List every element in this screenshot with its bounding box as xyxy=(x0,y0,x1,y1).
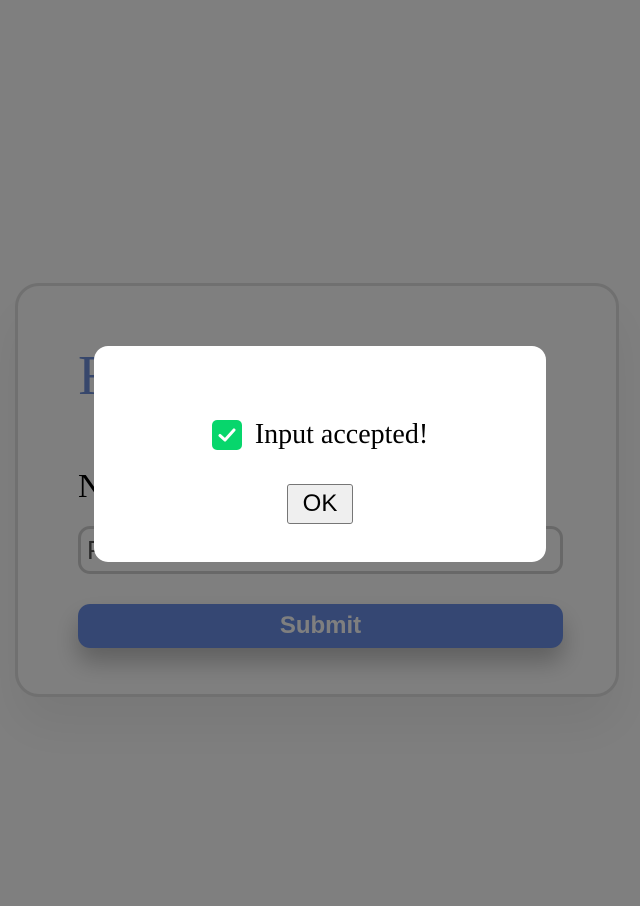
dialog-message: Input accepted! xyxy=(94,420,546,450)
modal-overlay[interactable]: Input accepted! OK xyxy=(0,0,640,906)
alert-dialog: Input accepted! OK xyxy=(94,346,546,562)
check-icon xyxy=(211,420,242,450)
ok-button[interactable]: OK xyxy=(287,484,353,524)
dialog-message-text: Input accepted! xyxy=(254,419,429,450)
page: F N Submit Input accepted! OK xyxy=(0,0,640,906)
